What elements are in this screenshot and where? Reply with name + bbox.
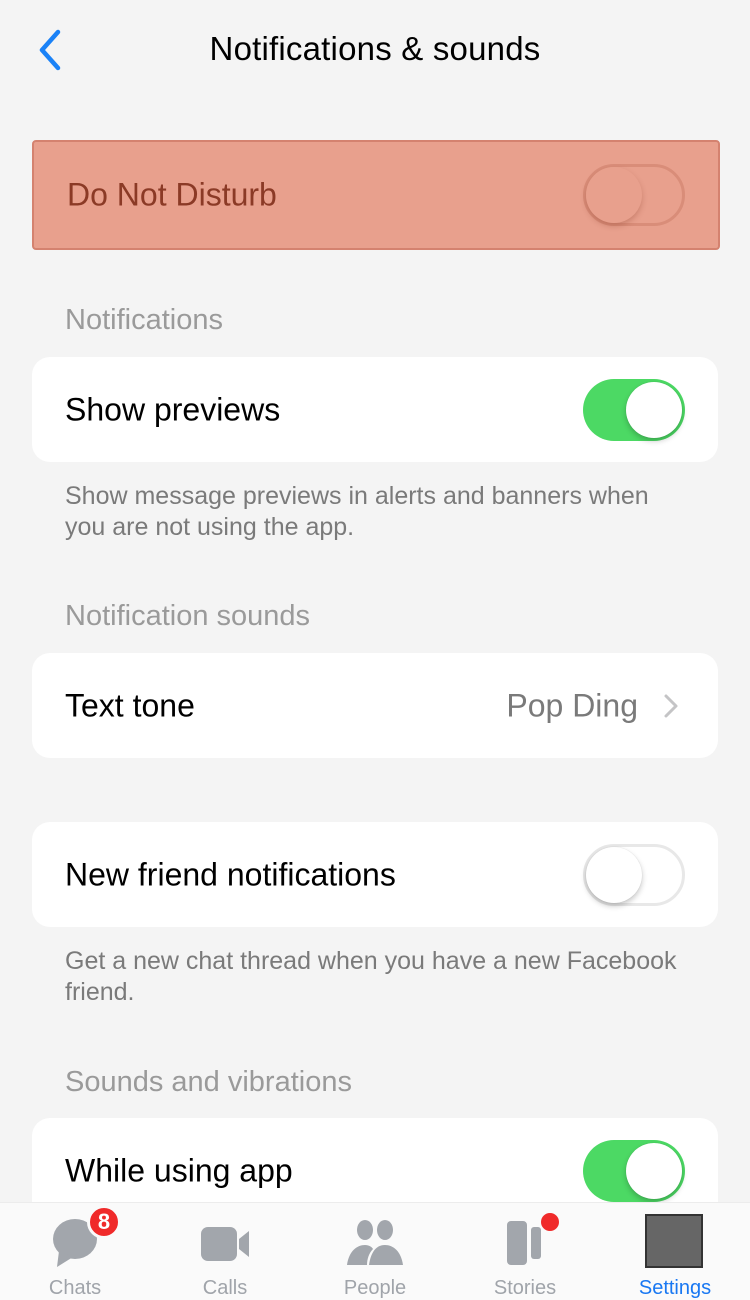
chevron-right-icon	[664, 694, 678, 717]
screen: Notifications & sounds Do Not Disturb No…	[0, 0, 750, 1300]
tab-label-calls: Calls	[202, 1277, 248, 1299]
new-friend-notifications-toggle[interactable]	[583, 843, 685, 906]
tab-label-stories: Stories	[493, 1277, 557, 1299]
toggle-knob	[586, 167, 642, 223]
new-friend-footnote: Get a new chat thread when you have a ne…	[65, 947, 677, 1006]
chats-unread-badge: 8	[87, 1205, 121, 1239]
section-header-sounds-vibrations: Sounds and vibrations	[65, 1066, 352, 1098]
tab-label-settings: Settings	[638, 1277, 712, 1299]
toggle-knob	[586, 846, 642, 903]
section-header-notification-sounds: Notification sounds	[65, 600, 311, 632]
tab-people[interactable]: People	[300, 1203, 450, 1300]
show-previews-row[interactable]: Show previews	[32, 357, 718, 462]
do-not-disturb-row[interactable]: Do Not Disturb	[32, 140, 720, 250]
nav-bar: Notifications & sounds	[0, 0, 750, 100]
tab-label-chats: Chats	[48, 1277, 102, 1299]
text-tone-row[interactable]: Text tone Pop Ding	[32, 653, 718, 758]
tab-label-people: People	[343, 1277, 407, 1299]
toggle-knob	[626, 1142, 682, 1199]
section-header-notifications: Notifications	[65, 304, 223, 336]
show-previews-toggle[interactable]	[583, 378, 685, 441]
tab-calls[interactable]: Calls	[150, 1203, 300, 1300]
show-previews-footnote: Show message previews in alerts and bann…	[65, 482, 649, 541]
show-previews-label: Show previews	[65, 391, 281, 427]
do-not-disturb-toggle[interactable]	[583, 164, 685, 226]
while-using-app-toggle[interactable]	[583, 1139, 685, 1202]
text-tone-value: Pop Ding	[506, 687, 638, 723]
people-icon	[347, 1220, 403, 1265]
page-title: Notifications & sounds	[209, 30, 541, 67]
new-friend-notifications-row[interactable]: New friend notifications	[32, 822, 718, 927]
do-not-disturb-label: Do Not Disturb	[67, 176, 277, 213]
text-tone-label: Text tone	[65, 687, 195, 723]
settings-avatar[interactable]	[645, 1214, 703, 1268]
toggle-knob	[626, 381, 682, 438]
tab-chats[interactable]: Chats	[0, 1203, 150, 1300]
new-friend-notifications-label: New friend notifications	[65, 856, 396, 892]
while-using-app-label: While using app	[65, 1152, 293, 1188]
video-camera-icon	[201, 1227, 249, 1261]
tab-stories[interactable]: Stories	[450, 1203, 600, 1300]
stories-notification-dot	[539, 1211, 561, 1233]
